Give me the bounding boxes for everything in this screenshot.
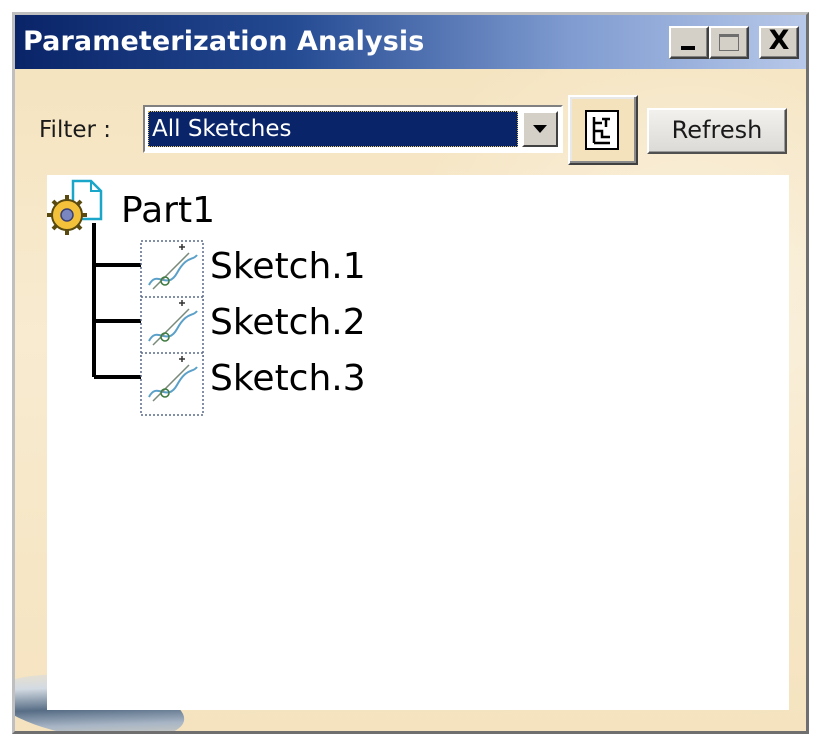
refresh-button[interactable]: Refresh bbox=[647, 108, 787, 154]
close-button[interactable]: X bbox=[759, 25, 799, 59]
part-icon bbox=[47, 179, 103, 235]
title-bar[interactable]: Parameterization Analysis X bbox=[15, 15, 806, 69]
tree-view-button[interactable] bbox=[568, 95, 638, 165]
window-title: Parameterization Analysis bbox=[23, 26, 425, 57]
filter-dropdown[interactable]: All Sketches bbox=[143, 105, 563, 153]
dropdown-arrow-button[interactable] bbox=[522, 111, 558, 147]
close-icon: X bbox=[768, 25, 790, 56]
specification-tree-panel[interactable]: Part1 Sketch.1 Sketch.2 Sketch.3 bbox=[47, 175, 789, 710]
tree-view-icon bbox=[585, 110, 619, 150]
tree-node-sketch-1[interactable]: Sketch.1 bbox=[210, 249, 366, 285]
maximize-icon bbox=[719, 34, 739, 51]
tree-node-part1[interactable]: Part1 bbox=[121, 193, 215, 229]
parameterization-analysis-window: Parameterization Analysis X Filter : All… bbox=[12, 12, 809, 734]
maximize-button[interactable] bbox=[709, 26, 749, 59]
minimize-button[interactable] bbox=[669, 26, 709, 59]
tree-node-sketch-3[interactable]: Sketch.3 bbox=[210, 361, 366, 397]
tree-node-sketch-2[interactable]: Sketch.2 bbox=[210, 305, 366, 341]
sketch-icon bbox=[140, 352, 204, 416]
filter-dropdown-value: All Sketches bbox=[148, 111, 518, 147]
filter-label: Filter : bbox=[39, 117, 112, 143]
